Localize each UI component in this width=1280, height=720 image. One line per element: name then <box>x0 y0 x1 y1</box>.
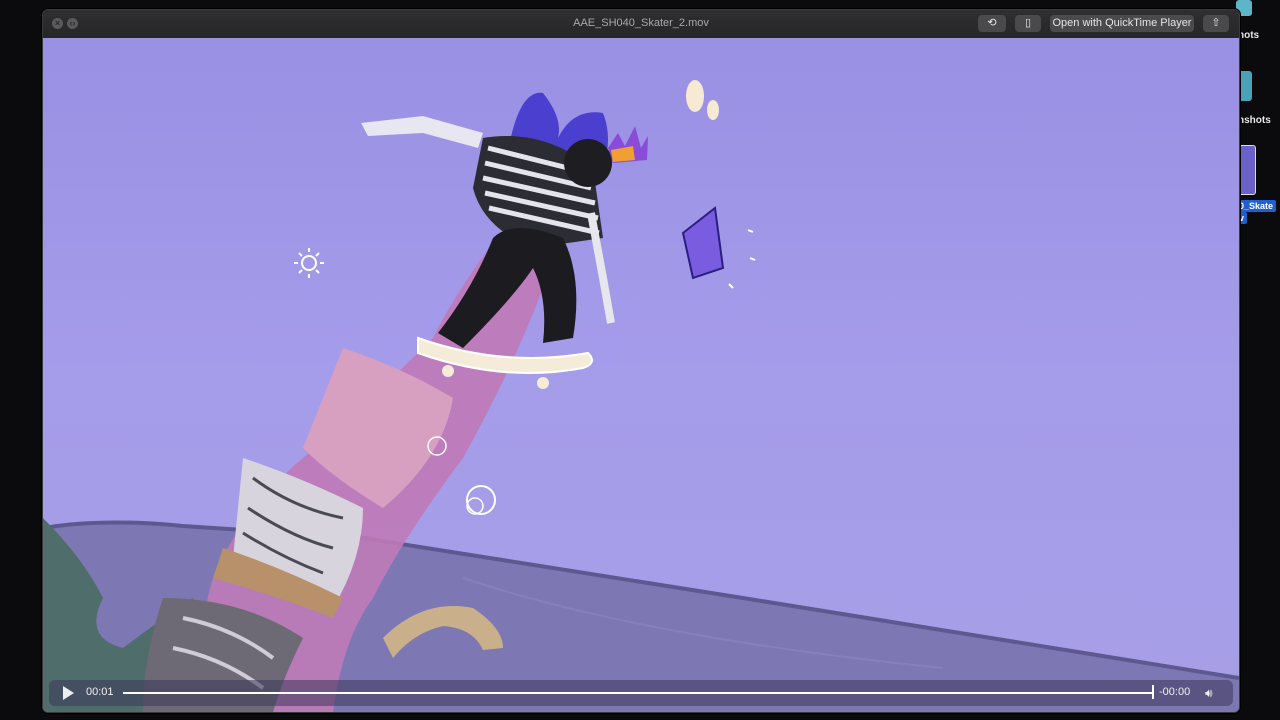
remaining-time: -00:00 <box>1159 686 1191 698</box>
desktop-video-thumbnail[interactable] <box>1238 145 1256 195</box>
desktop-item-label-selected: 0_Skate <box>1236 200 1277 212</box>
rotate-button[interactable]: ⟲ <box>978 15 1006 32</box>
scrubber-progress <box>123 692 1153 694</box>
rotate-icon: ⟲ <box>987 17 997 29</box>
video-artwork <box>43 80 1239 712</box>
open-with-button[interactable]: Open with QuickTime Player <box>1050 15 1194 32</box>
scrubber-handle[interactable] <box>1152 685 1154 699</box>
trim-icon: ▯ <box>1024 17 1032 29</box>
quicklook-window: × ‹› AAE_SH040_Skater_2.mov ⟲ ▯ Open wit… <box>42 9 1240 713</box>
scrubber-track[interactable] <box>123 692 1153 694</box>
playback-controls: 00:01 -00:00 🔊︎ <box>49 680 1233 706</box>
video-frame[interactable]: 00:01 -00:00 🔊︎ <box>43 38 1239 712</box>
share-button[interactable]: ⇧ <box>1203 15 1229 32</box>
desktop-item-label: nshots <box>1238 115 1271 126</box>
elapsed-time: 00:01 <box>86 686 114 698</box>
volume-icon[interactable]: 🔊︎ <box>1205 686 1213 701</box>
play-icon[interactable] <box>63 686 74 700</box>
desktop-item-label: hots <box>1238 30 1260 41</box>
share-icon: ⇧ <box>1211 17 1221 29</box>
trim-button[interactable]: ▯ <box>1015 15 1041 32</box>
desktop-folder-icon[interactable] <box>1238 71 1252 101</box>
title-bar: × ‹› AAE_SH040_Skater_2.mov ⟲ ▯ Open wit… <box>43 10 1239 39</box>
